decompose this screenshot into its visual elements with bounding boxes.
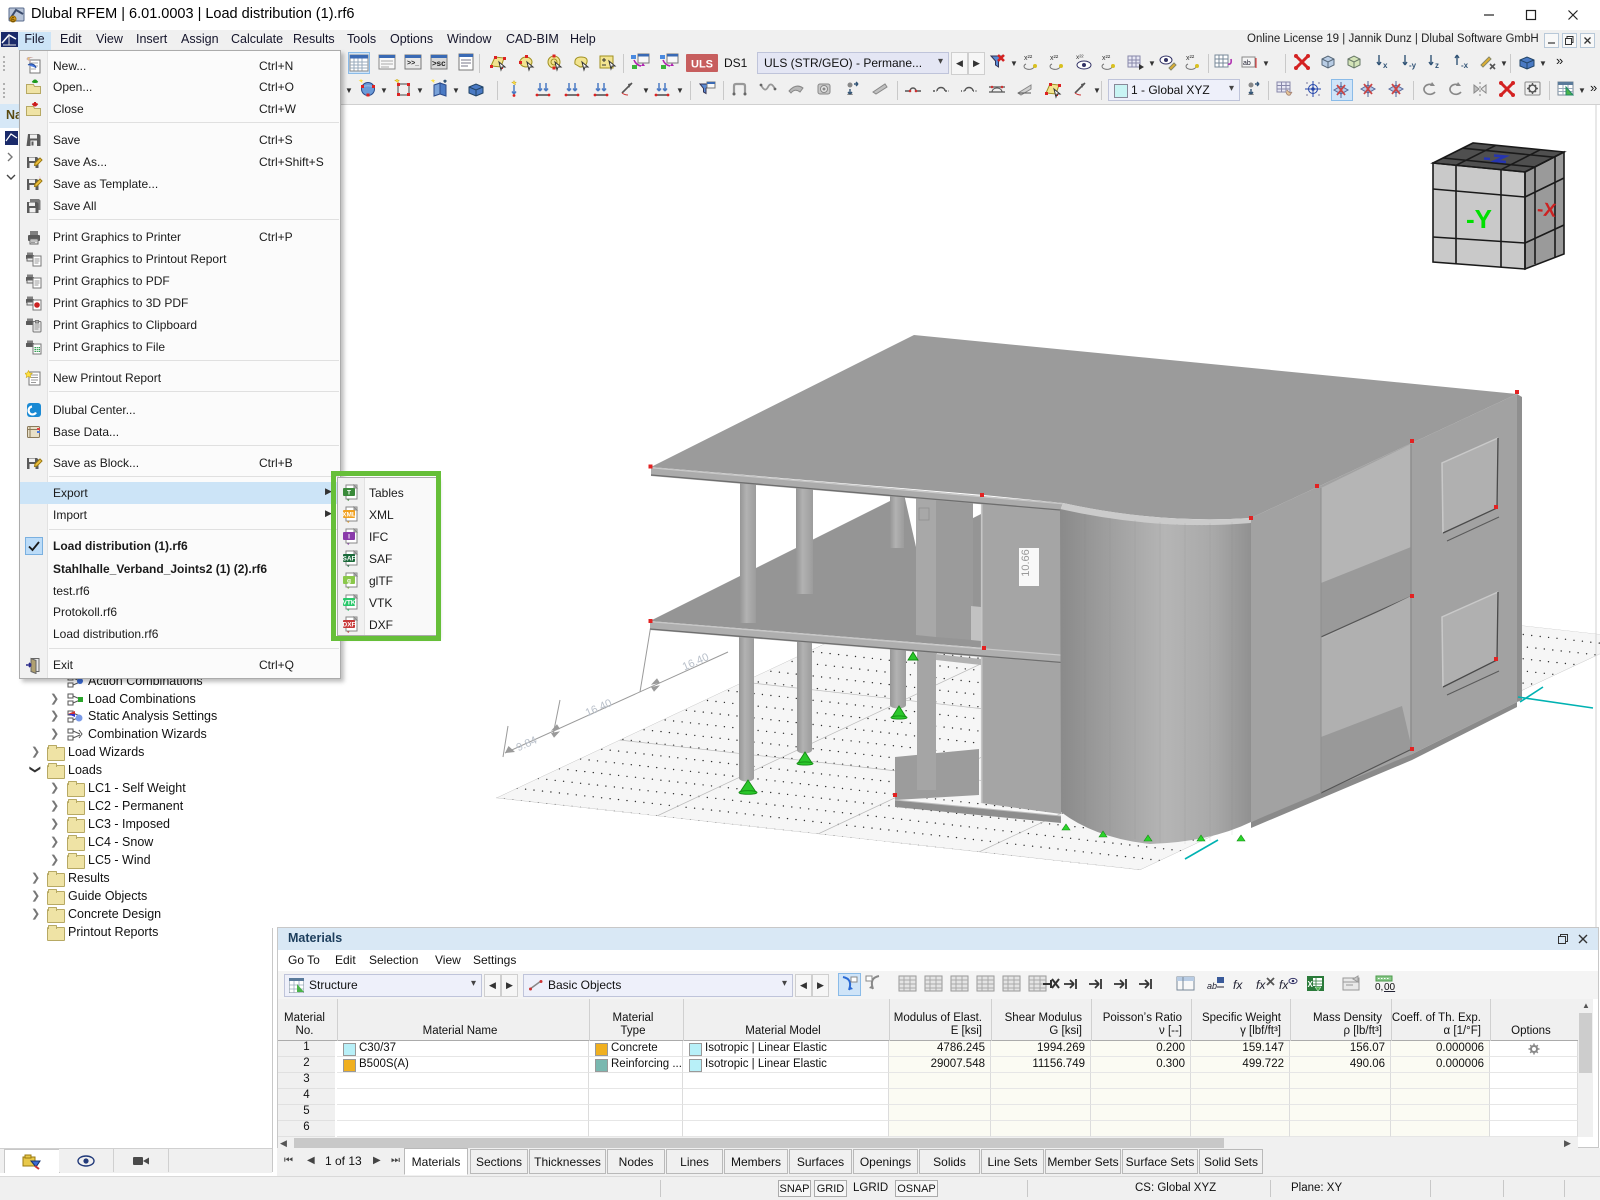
svg-text:X: X bbox=[1308, 980, 1314, 989]
svg-text:ab: ab bbox=[1243, 60, 1251, 67]
svg-text:>>_: >>_ bbox=[407, 60, 419, 67]
svg-text:x²²: x²² bbox=[1076, 54, 1084, 61]
svg-text:g: g bbox=[347, 578, 351, 585]
svg-text:x: x bbox=[1383, 61, 1388, 70]
svg-text:x²²: x²² bbox=[1050, 55, 1059, 62]
svg-text:XML: XML bbox=[342, 512, 356, 519]
svg-text:>sc: >sc bbox=[432, 59, 446, 68]
svg-text:DXF: DXF bbox=[343, 622, 356, 629]
svg-text:fx: fx bbox=[1233, 978, 1243, 992]
svg-text:fx: fx bbox=[1256, 978, 1266, 992]
svg-text:x²²: x²² bbox=[1186, 55, 1195, 62]
svg-text:6: 6 bbox=[11, 17, 15, 24]
svg-text:z: z bbox=[1435, 61, 1439, 70]
svg-text:-Y: -Y bbox=[1466, 204, 1492, 234]
svg-text:VTK: VTK bbox=[343, 600, 356, 607]
svg-text:SAF: SAF bbox=[343, 556, 356, 563]
svg-text:x²²: x²² bbox=[1102, 55, 1111, 62]
svg-text:-X: -X bbox=[1536, 199, 1557, 222]
svg-text:ULS: ULS bbox=[691, 59, 713, 71]
svg-text:T: T bbox=[347, 490, 351, 497]
svg-text:10.66: 10.66 bbox=[1020, 549, 1032, 577]
svg-text:ab: ab bbox=[1207, 981, 1217, 991]
svg-text:16.40: 16.40 bbox=[681, 651, 711, 673]
svg-text:-x: -x bbox=[1461, 61, 1469, 70]
svg-text:0,: 0, bbox=[1375, 982, 1383, 993]
svg-text:fx: fx bbox=[1279, 978, 1289, 992]
svg-text:16.40: 16.40 bbox=[584, 697, 614, 719]
svg-text:9.84: 9.84 bbox=[515, 734, 539, 754]
svg-text:I: I bbox=[348, 534, 350, 541]
svg-text:-y: -y bbox=[1409, 61, 1417, 70]
svg-text:x²²: x²² bbox=[1024, 55, 1033, 62]
